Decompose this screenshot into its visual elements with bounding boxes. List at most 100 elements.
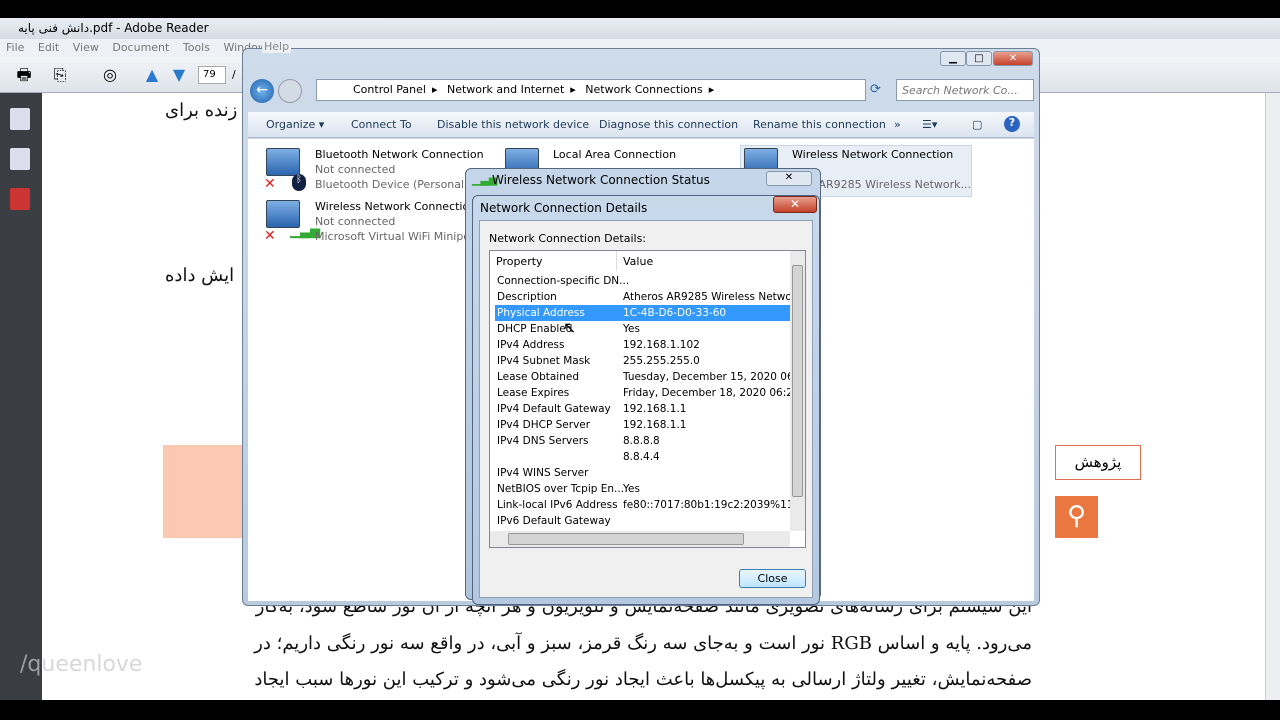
doc-text: ایش داده xyxy=(165,265,235,286)
vertical-scrollbar[interactable] xyxy=(1265,93,1280,700)
breadcrumb-network-connections[interactable]: Network Connections xyxy=(585,83,702,96)
table-row[interactable]: Lease Expires Friday, December 18, 2020 0… xyxy=(495,385,791,401)
view-options-icon[interactable]: ☰▾ xyxy=(922,118,937,131)
preview-pane-icon[interactable]: ▢ xyxy=(972,118,982,131)
close-button[interactable]: ✕ xyxy=(766,171,812,186)
more-commands-button[interactable]: » xyxy=(894,118,901,131)
help-icon[interactable]: ? xyxy=(1004,116,1020,132)
connection-local-area[interactable]: Local Area Connection xyxy=(553,147,676,162)
rename-button[interactable]: Rename this connection xyxy=(753,118,886,131)
property-cell: Lease Expires xyxy=(497,387,570,399)
table-row[interactable]: IPv4 Address 192.168.1.102 xyxy=(495,337,790,353)
table-row[interactable]: Description Atheros AR9285 Wireless Netwo… xyxy=(495,289,791,305)
diagnose-button[interactable]: Diagnose this connection xyxy=(599,118,738,131)
property-cell: IPv4 WINS Server xyxy=(497,467,589,479)
value-cell: Yes xyxy=(623,323,640,335)
back-button[interactable]: ← xyxy=(250,79,274,103)
forward-button[interactable] xyxy=(278,79,302,103)
value-cell: Friday, December 18, 2020 06:26:43 A xyxy=(623,387,791,399)
menu-view[interactable]: View xyxy=(73,41,99,54)
attachments-icon[interactable] xyxy=(10,148,30,170)
command-bar: Organize ▾ Connect To Disable this netwo… xyxy=(248,112,1034,138)
property-cell: IPv4 Address xyxy=(497,339,565,351)
property-cell: IPv4 DNS Servers xyxy=(497,435,589,447)
menu-document[interactable]: Document xyxy=(112,41,169,54)
print-icon[interactable]: 🖶 xyxy=(14,66,34,84)
refresh-icon[interactable]: ⟳ xyxy=(870,82,881,97)
paragraph-line: صفحه‌نمایش، تغییر ولتاژ ارسالی به پیکسل‌… xyxy=(254,669,1032,690)
mouse-cursor-icon: ↖ xyxy=(563,318,577,337)
disable-device-button[interactable]: Disable this network device xyxy=(437,118,589,131)
value-cell: 8.8.8.8 xyxy=(623,435,660,447)
value-cell: 8.8.4.4 xyxy=(623,451,660,463)
scroll-thumb[interactable] xyxy=(508,533,744,545)
table-row[interactable]: Connection-specific DN... xyxy=(495,273,790,289)
disconnected-icon: ✕ xyxy=(264,228,276,244)
connection-bluetooth[interactable]: Bluetooth Network Connection Not connect… xyxy=(315,147,484,192)
connection-virtual-wifi[interactable]: Wireless Network Connection Not connecte… xyxy=(315,199,476,244)
breadcrumb-network-internet[interactable]: Network and Internet xyxy=(447,83,564,96)
property-cell: IPv6 Default Gateway xyxy=(497,515,611,527)
menu-help[interactable]: Help xyxy=(262,40,292,53)
column-header-value[interactable]: Value xyxy=(617,251,792,271)
table-row[interactable]: IPv4 Subnet Mask 255.255.255.0 xyxy=(495,353,790,369)
table-row[interactable]: NetBIOS over Tcpip En... Yes xyxy=(495,481,790,497)
property-cell: IPv4 Default Gateway xyxy=(497,403,611,415)
pdf-icon[interactable] xyxy=(10,188,30,210)
property-cell: IPv4 Subnet Mask xyxy=(497,355,591,367)
search-icon[interactable]: ⚲ xyxy=(1055,496,1098,538)
disconnected-icon: ✕ xyxy=(264,176,276,192)
value-cell: 192.168.1.1 xyxy=(623,419,687,431)
maximize-button[interactable]: □ xyxy=(966,51,992,66)
paragraph-line: می‌رود. پایه و اساس RGB نور است و به‌جای… xyxy=(254,633,1032,654)
organize-button[interactable]: Organize ▾ xyxy=(266,118,324,131)
minimize-button[interactable]: ▁ xyxy=(940,51,966,66)
navigation-panel xyxy=(0,93,42,700)
close-button[interactable]: Close xyxy=(739,569,806,588)
property-cell: Link-local IPv6 Address xyxy=(497,499,618,511)
scroll-thumb[interactable] xyxy=(792,265,803,497)
column-header-property[interactable]: Property xyxy=(490,251,617,271)
next-page-icon[interactable]: ▼ xyxy=(169,66,189,84)
table-horizontal-scrollbar[interactable] xyxy=(490,531,790,547)
table-row[interactable]: IPv4 WINS Server xyxy=(495,465,790,481)
table-row[interactable]: IPv4 DHCP Server 192.168.1.1 xyxy=(495,417,790,433)
table-row[interactable]: 8.8.4.4 xyxy=(495,449,790,465)
table-row[interactable]: IPv4 DNS Servers 8.8.8.8 xyxy=(495,433,790,449)
decorative-box xyxy=(163,445,243,538)
table-vertical-scrollbar[interactable] xyxy=(790,251,805,531)
table-row[interactable]: DHCP Enabled Yes xyxy=(495,321,790,337)
address-bar[interactable]: Control Panel ▸ Network and Internet ▸ Net… xyxy=(316,79,866,101)
property-cell: NetBIOS over Tcpip En... xyxy=(497,483,625,495)
table-row[interactable]: Lease Obtained Tuesday, December 15, 2020… xyxy=(495,369,791,385)
table-row[interactable]: IPv6 Default Gateway xyxy=(495,513,790,529)
pages-icon[interactable] xyxy=(10,108,30,130)
table-row[interactable]: IPv4 Default Gateway 192.168.1.1 xyxy=(495,401,790,417)
watermark: /queenlove xyxy=(20,652,143,677)
window-title: دانش فنی پایه.pdf - Adobe Reader xyxy=(18,21,209,35)
dialog-title: Wireless Network Connection Status xyxy=(492,173,710,187)
property-cell: DHCP Enabled xyxy=(497,323,573,335)
prev-page-icon[interactable]: ▲ xyxy=(142,66,162,84)
details-table[interactable]: Property Value Connection-specific DN...… xyxy=(489,250,806,548)
table-row[interactable]: Link-local IPv6 Address fe80::7017:80b1:1… xyxy=(495,497,791,513)
search-input[interactable]: Search Network Co... xyxy=(896,79,1034,101)
share-icon[interactable]: ⎘ xyxy=(50,66,70,84)
breadcrumb-control-panel[interactable]: Control Panel xyxy=(353,83,426,96)
value-cell: 192.168.1.102 xyxy=(623,339,700,351)
close-icon[interactable]: ✕ xyxy=(773,196,817,213)
page-separator: / xyxy=(232,68,236,81)
network-adapter-icon xyxy=(266,148,300,176)
value-cell: fe80::7017:80b1:19c2:2039%11 xyxy=(623,499,791,511)
property-cell: IPv4 DHCP Server xyxy=(497,419,591,431)
connect-to-button[interactable]: Connect To xyxy=(351,118,412,131)
menu-edit[interactable]: Edit xyxy=(38,41,59,54)
property-cell: Connection-specific DN... xyxy=(497,275,630,287)
table-row[interactable]: Physical Address 1C-4B-D6-D0-33-60 xyxy=(495,305,790,321)
menu-file[interactable]: File xyxy=(6,41,24,54)
property-cell: Lease Obtained xyxy=(497,371,580,383)
page-number-input[interactable]: 79 xyxy=(198,66,226,84)
collaborate-icon[interactable]: ◎ xyxy=(100,66,120,84)
menu-tools[interactable]: Tools xyxy=(183,41,210,54)
close-button[interactable]: ✕ xyxy=(993,51,1033,66)
